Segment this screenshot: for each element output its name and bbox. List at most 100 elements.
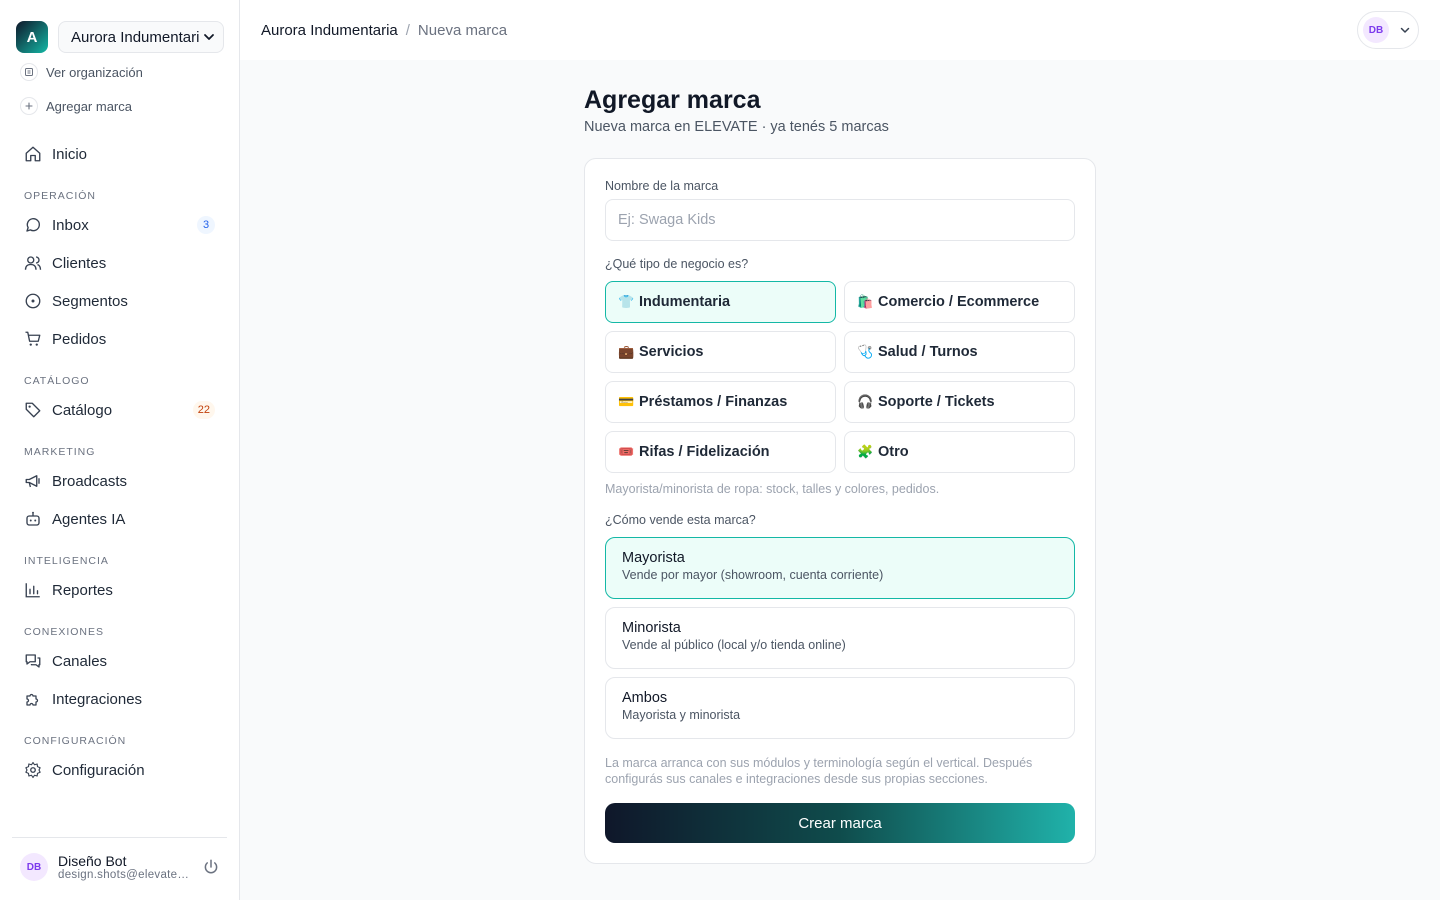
brand-name-input[interactable] (605, 199, 1075, 241)
robot-icon (26, 511, 40, 526)
stethoscope-icon: 🩺 (857, 344, 874, 359)
sidebar-item-segmentos[interactable]: Segmentos (12, 284, 227, 318)
sidebar: A Aurora Indumentaria Ver organización A… (0, 0, 240, 900)
new-brand-form: Nombre de la marca ¿Qué tipo de negocio … (584, 158, 1096, 864)
tag-icon (25, 402, 41, 418)
sidebar-item-clientes[interactable]: Clientes (12, 246, 227, 280)
building-icon (20, 63, 38, 81)
user-email: design.shots@elevate.app (58, 869, 192, 881)
org-select[interactable]: Aurora Indumentaria (58, 21, 224, 53)
puzzle-icon (26, 693, 39, 706)
chevron-down-icon (204, 34, 214, 40)
sidebar-item-label: Agentes IA (52, 510, 126, 528)
business-type-options: 👕 Indumentaria 🛍️ Comercio / Ecommerce 💼… (605, 281, 1075, 473)
section-label-configuracion: CONFIGURACIÓN (24, 735, 127, 747)
sidebar-item-inicio[interactable]: Inicio (12, 137, 227, 171)
shopping-bags-icon: 🛍️ (857, 294, 874, 309)
business-type-option-indumentaria[interactable]: 👕 Indumentaria (605, 281, 836, 323)
sale-option-desc: Vende por mayor (showroom, cuenta corrie… (622, 568, 884, 582)
sale-option-mayorista[interactable]: Mayorista Vende por mayor (showroom, cue… (605, 537, 1075, 599)
ticket-icon: 🎟️ (618, 444, 635, 459)
power-icon[interactable] (202, 858, 220, 876)
form-footer-note: La marca arranca con sus módulos y termi… (605, 756, 1033, 786)
option-label: Comercio / Ecommerce (878, 294, 1040, 310)
sale-option-title: Ambos (622, 690, 668, 706)
add-brand-label: Agregar marca (46, 98, 132, 114)
sidebar-item-label: Pedidos (52, 330, 107, 348)
sale-option-minorista[interactable]: Minorista Vende al público (local y/o ti… (605, 607, 1075, 669)
page-header: Agregar marca Nueva marca en ELEVATE · y… (584, 86, 889, 135)
option-label: Otro (878, 444, 909, 460)
user-menu-button[interactable]: DB (1357, 11, 1419, 49)
option-label: Indumentaria (639, 294, 731, 310)
sidebar-item-label: Segmentos (52, 292, 128, 310)
option-label: Préstamos / Finanzas (639, 394, 788, 410)
avatar: DB (20, 853, 48, 881)
catalog-count-badge: 22 (192, 401, 215, 419)
sidebar-item-label: Clientes (52, 254, 107, 272)
gear-icon (25, 761, 41, 779)
user-text: Diseño Bot design.shots@elevate.app (58, 853, 192, 881)
sidebar-item-canales[interactable]: Canales (12, 644, 227, 678)
home-icon (25, 146, 41, 162)
puzzle-piece-icon: 🧩 (857, 444, 874, 459)
sidebar-item-label: Reportes (52, 581, 113, 599)
plus-icon (20, 97, 38, 115)
user-profile[interactable]: DB Diseño Bot design.shots@elevate.app (20, 850, 220, 884)
avatar: DB (1363, 17, 1389, 43)
section-label-inteligencia: INTELIGENCIA (24, 555, 109, 567)
business-type-option-comercio[interactable]: 🛍️ Comercio / Ecommerce (844, 281, 1075, 323)
sidebar-item-reportes[interactable]: Reportes (12, 573, 227, 607)
section-label-marketing: MARKETING (24, 446, 96, 458)
sidebar-item-integraciones[interactable]: Integraciones (12, 682, 227, 716)
section-label-operacion: OPERACIÓN (24, 190, 97, 202)
org-switcher-row: A Aurora Indumentaria (16, 20, 224, 54)
sidebar-item-catalogo[interactable]: Catálogo 22 (12, 393, 227, 427)
option-label: Soporte / Tickets (878, 394, 995, 410)
business-type-hint: Mayorista/minorista de ropa: stock, tall… (605, 482, 940, 496)
business-type-option-soporte[interactable]: 🎧 Soporte / Tickets (844, 381, 1075, 423)
business-type-option-salud[interactable]: 🩺 Salud / Turnos (844, 331, 1075, 373)
business-type-option-servicios[interactable]: 💼 Servicios (605, 331, 836, 373)
brand-name-label: Nombre de la marca (605, 179, 719, 193)
sidebar-item-label: Inbox (52, 216, 89, 234)
sale-option-ambos[interactable]: Ambos Mayorista y minorista (605, 677, 1075, 739)
sidebar-item-inbox[interactable]: Inbox 3 (12, 208, 227, 242)
sidebar-item-agentes-ia[interactable]: Agentes IA (12, 502, 227, 536)
business-type-option-otro[interactable]: 🧩 Otro (844, 431, 1075, 473)
sidebar-item-configuracion[interactable]: Configuración (12, 753, 227, 787)
sidebar-divider (12, 837, 227, 838)
business-type-option-rifas[interactable]: 🎟️ Rifas / Fidelización (605, 431, 836, 473)
breadcrumb-org[interactable]: Aurora Indumentaria (261, 22, 398, 39)
add-brand-link[interactable]: Agregar marca (20, 96, 132, 116)
inbox-count-badge: 3 (197, 216, 215, 234)
sidebar-item-broadcasts[interactable]: Broadcasts (12, 464, 227, 498)
shopping-cart-icon (25, 331, 41, 346)
breadcrumb-current: Nueva marca (417, 21, 508, 39)
sidebar-item-pedidos[interactable]: Pedidos (12, 322, 227, 356)
business-type-option-prestamos[interactable]: 💳 Préstamos / Finanzas (605, 381, 836, 423)
sale-option-title: Mayorista (622, 550, 685, 566)
tshirt-icon: 👕 (618, 294, 635, 309)
headphones-icon: 🎧 (857, 394, 874, 409)
option-label: Rifas / Fidelización (639, 444, 770, 460)
org-select-value: Aurora Indumentaria (71, 28, 199, 46)
user-name: Diseño Bot (58, 853, 127, 869)
sidebar-item-label: Integraciones (52, 690, 143, 708)
sidebar-item-label: Broadcasts (52, 472, 128, 490)
users-icon (24, 256, 42, 270)
create-brand-button[interactable]: Crear marca (605, 803, 1075, 843)
megaphone-icon (25, 475, 40, 488)
page-title: Agregar marca (584, 86, 761, 114)
chat-bubble-icon (26, 217, 41, 232)
view-organization-link[interactable]: Ver organización (20, 62, 143, 82)
option-label: Salud / Turnos (878, 344, 978, 360)
business-type-label: ¿Qué tipo de negocio es? (605, 257, 749, 271)
breadcrumb: Aurora Indumentaria / Nueva marca (261, 22, 507, 39)
section-label-catalogo: CATÁLOGO (24, 375, 90, 387)
credit-card-icon: 💳 (618, 394, 635, 409)
page-subtitle: Nueva marca en ELEVATE · ya tenés 5 marc… (584, 119, 889, 135)
sidebar-item-label: Inicio (52, 145, 88, 163)
org-logo: A (16, 21, 48, 53)
chevron-down-icon (1400, 27, 1410, 33)
